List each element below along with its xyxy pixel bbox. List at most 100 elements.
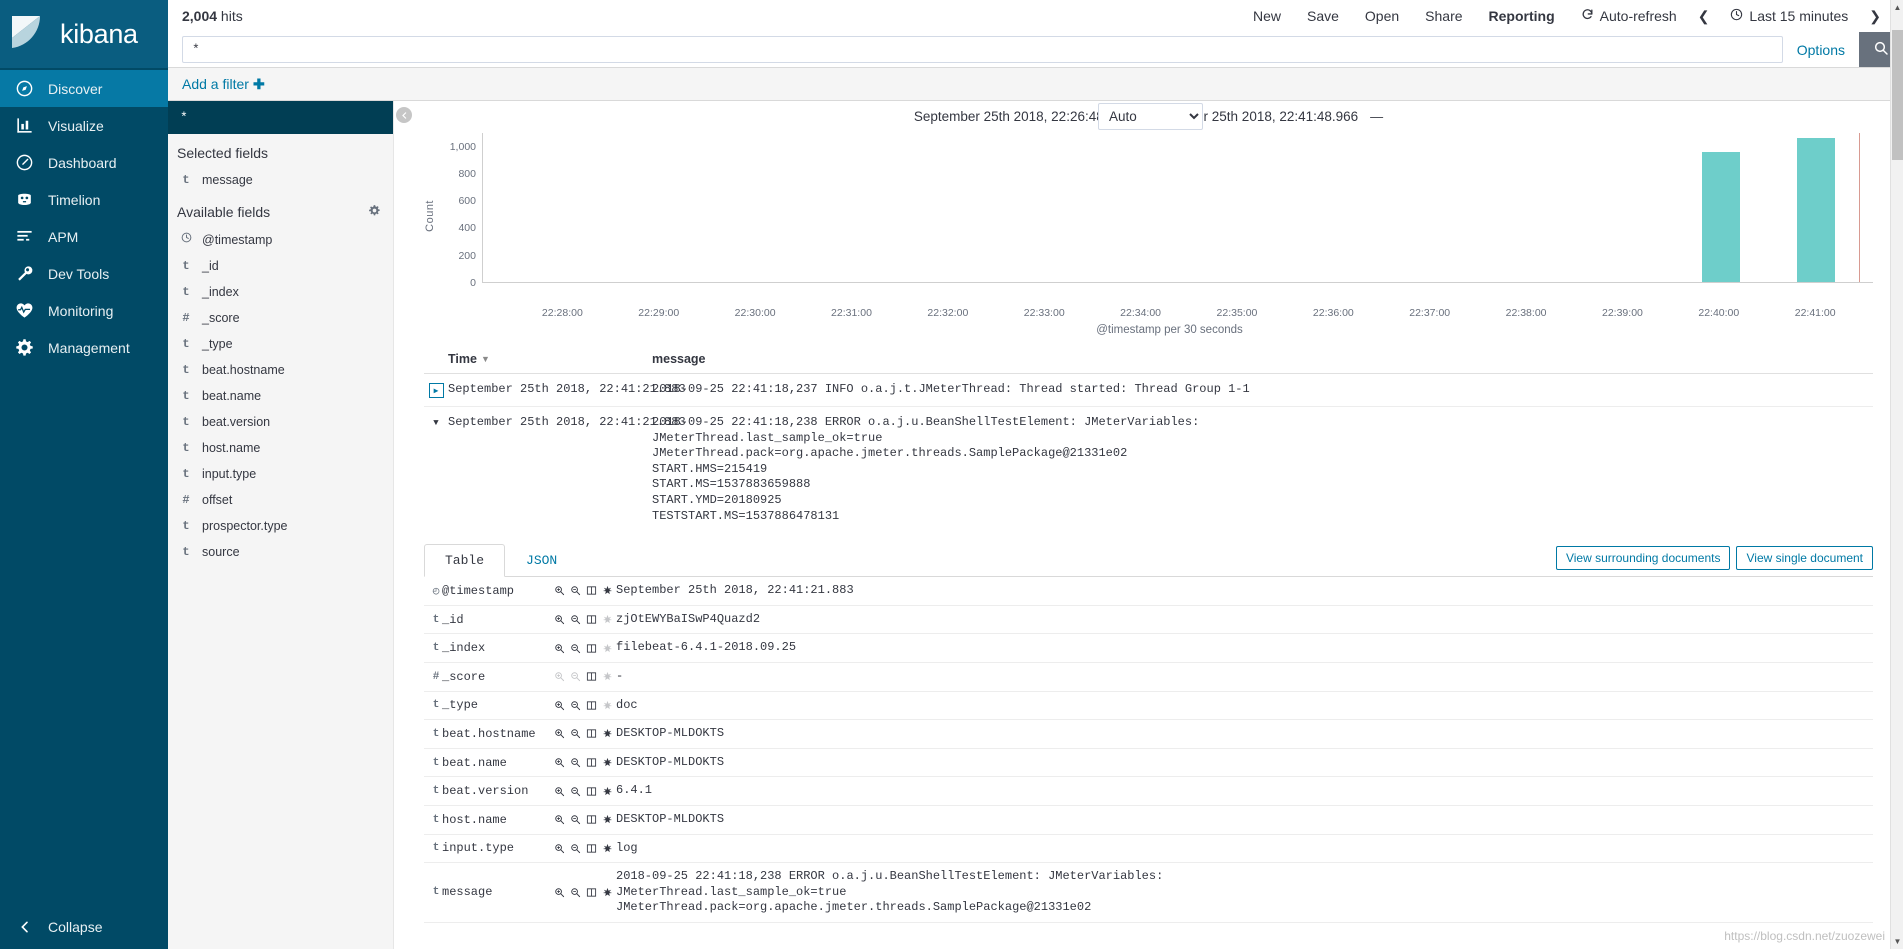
time-picker-button[interactable]: Last 15 minutes bbox=[1717, 8, 1861, 24]
field-item-prospector-type[interactable]: t prospector.type bbox=[168, 513, 393, 539]
filter-for-value-icon[interactable] bbox=[554, 700, 565, 711]
filter-for-value-icon[interactable] bbox=[554, 671, 565, 682]
toggle-column-icon[interactable] bbox=[586, 614, 597, 625]
filter-for-value-icon[interactable] bbox=[554, 614, 565, 625]
new-button[interactable]: New bbox=[1240, 8, 1294, 24]
sidebar-item-apm[interactable]: APM bbox=[0, 218, 168, 255]
search-input[interactable] bbox=[182, 36, 1783, 63]
filter-out-value-icon[interactable] bbox=[570, 757, 581, 768]
toggle-column-icon[interactable] bbox=[586, 757, 597, 768]
filter-for-value-icon[interactable] bbox=[554, 887, 565, 898]
filter-out-value-icon[interactable] bbox=[570, 671, 581, 682]
field-item-index[interactable]: t _index bbox=[168, 279, 393, 305]
filter-for-field-present-icon[interactable] bbox=[602, 728, 613, 739]
filter-for-field-present-icon[interactable] bbox=[602, 585, 613, 596]
field-item-score[interactable]: # _score bbox=[168, 305, 393, 331]
chart-plot-area[interactable] bbox=[482, 133, 1873, 283]
page-scrollbar[interactable]: ▲ ▼ bbox=[1890, 0, 1903, 949]
sort-desc-icon[interactable]: ▼ bbox=[481, 354, 490, 364]
sidebar-item-timelion[interactable]: Timelion bbox=[0, 181, 168, 218]
filter-for-field-present-icon[interactable] bbox=[602, 757, 613, 768]
field-item-beat-hostname[interactable]: t beat.hostname bbox=[168, 357, 393, 383]
toggle-column-icon[interactable] bbox=[586, 814, 597, 825]
filter-out-value-icon[interactable] bbox=[570, 643, 581, 654]
field-item-beat-version[interactable]: t beat.version bbox=[168, 409, 393, 435]
share-button[interactable]: Share bbox=[1412, 8, 1475, 24]
message-column-header[interactable]: message bbox=[652, 352, 1873, 366]
sidebar-item-discover[interactable]: Discover bbox=[0, 70, 168, 107]
filter-for-field-present-icon[interactable] bbox=[602, 671, 613, 682]
sidebar-item-visualize[interactable]: Visualize bbox=[0, 107, 168, 144]
scroll-up-arrow-icon[interactable]: ▲ bbox=[1892, 1, 1903, 14]
field-settings-gear-icon[interactable] bbox=[368, 204, 381, 220]
chart-bar[interactable] bbox=[1701, 152, 1740, 282]
filter-for-value-icon[interactable] bbox=[554, 843, 565, 854]
scroll-thumb[interactable] bbox=[1892, 30, 1903, 160]
field-item-id[interactable]: t _id bbox=[168, 253, 393, 279]
filter-out-value-icon[interactable] bbox=[570, 843, 581, 854]
field-item-offset[interactable]: # offset bbox=[168, 487, 393, 513]
filter-out-value-icon[interactable] bbox=[570, 585, 581, 596]
interval-select[interactable]: Auto bbox=[1098, 103, 1203, 130]
filter-for-value-icon[interactable] bbox=[554, 757, 565, 768]
view-surrounding-documents-button[interactable]: View surrounding documents bbox=[1555, 545, 1731, 570]
field-item-beat-name[interactable]: t beat.name bbox=[168, 383, 393, 409]
tab-table[interactable]: Table bbox=[424, 544, 506, 578]
filter-out-value-icon[interactable] bbox=[570, 614, 581, 625]
sidebar-item-management[interactable]: Management bbox=[0, 329, 168, 366]
chart-bar[interactable] bbox=[1796, 138, 1835, 282]
filter-for-field-present-icon[interactable] bbox=[602, 700, 613, 711]
add-filter-button[interactable]: Add a filter ✚ bbox=[182, 76, 265, 93]
filter-out-value-icon[interactable] bbox=[570, 814, 581, 825]
collapse-nav-button[interactable]: Collapse bbox=[0, 916, 168, 937]
expand-row-button[interactable]: ▶ bbox=[428, 383, 444, 398]
field-item-timestamp[interactable]: @timestamp bbox=[168, 226, 393, 253]
tab-json[interactable]: JSON bbox=[505, 544, 578, 577]
kibana-logo[interactable]: kibana bbox=[0, 0, 168, 68]
field-item-message[interactable]: t message bbox=[168, 167, 393, 193]
field-item-input-type[interactable]: t input.type bbox=[168, 461, 393, 487]
filter-out-value-icon[interactable] bbox=[570, 700, 581, 711]
field-item-source[interactable]: t source bbox=[168, 539, 393, 565]
toggle-column-icon[interactable] bbox=[586, 887, 597, 898]
filter-for-field-present-icon[interactable] bbox=[602, 843, 613, 854]
table-row[interactable]: ▶ September 25th 2018, 22:41:21.883 2018… bbox=[424, 374, 1873, 407]
table-row[interactable]: ▼ September 25th 2018, 22:41:21.883 2018… bbox=[424, 407, 1873, 532]
sidebar-item-dashboard[interactable]: Dashboard bbox=[0, 144, 168, 181]
filter-for-value-icon[interactable] bbox=[554, 786, 565, 797]
toggle-column-icon[interactable] bbox=[586, 643, 597, 654]
field-item-type[interactable]: t _type bbox=[168, 331, 393, 357]
reporting-button[interactable]: Reporting bbox=[1476, 8, 1568, 24]
field-item-host-name[interactable]: t host.name bbox=[168, 435, 393, 461]
open-button[interactable]: Open bbox=[1352, 8, 1412, 24]
filter-for-value-icon[interactable] bbox=[554, 585, 565, 596]
time-next-button[interactable]: ❯ bbox=[1861, 8, 1889, 25]
sidebar-item-dev-tools[interactable]: Dev Tools bbox=[0, 255, 168, 292]
filter-for-field-present-icon[interactable] bbox=[602, 814, 613, 825]
sidebar-item-monitoring[interactable]: Monitoring bbox=[0, 292, 168, 329]
index-pattern-selector[interactable]: * bbox=[168, 101, 393, 134]
save-button[interactable]: Save bbox=[1294, 8, 1352, 24]
scroll-down-arrow-icon[interactable]: ▼ bbox=[1892, 935, 1903, 948]
toggle-column-icon[interactable] bbox=[586, 700, 597, 711]
filter-for-value-icon[interactable] bbox=[554, 814, 565, 825]
toggle-column-icon[interactable] bbox=[586, 728, 597, 739]
toggle-column-icon[interactable] bbox=[586, 585, 597, 596]
filter-for-field-present-icon[interactable] bbox=[602, 786, 613, 797]
filter-out-value-icon[interactable] bbox=[570, 786, 581, 797]
filter-out-value-icon[interactable] bbox=[570, 728, 581, 739]
filter-for-value-icon[interactable] bbox=[554, 643, 565, 654]
collapse-sidebar-button[interactable] bbox=[396, 107, 412, 123]
filter-for-field-present-icon[interactable] bbox=[602, 887, 613, 898]
collapse-row-button[interactable]: ▼ bbox=[433, 416, 438, 428]
toggle-column-icon[interactable] bbox=[586, 786, 597, 797]
time-column-header[interactable]: Time ▼ bbox=[448, 352, 652, 366]
filter-for-value-icon[interactable] bbox=[554, 728, 565, 739]
filter-out-value-icon[interactable] bbox=[570, 887, 581, 898]
view-single-document-button[interactable]: View single document bbox=[1736, 545, 1873, 570]
filter-for-field-present-icon[interactable] bbox=[602, 643, 613, 654]
filter-for-field-present-icon[interactable] bbox=[602, 614, 613, 625]
toggle-column-icon[interactable] bbox=[586, 843, 597, 854]
toggle-column-icon[interactable] bbox=[586, 671, 597, 682]
auto-refresh-button[interactable]: Auto-refresh bbox=[1568, 8, 1690, 24]
